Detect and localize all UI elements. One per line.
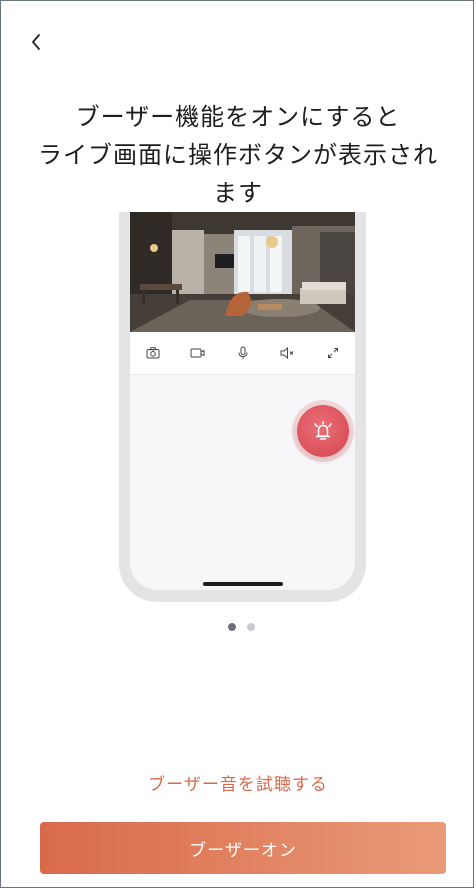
record-video-icon <box>190 348 205 358</box>
phone-mockup <box>119 212 366 602</box>
snapshot-button[interactable] <box>143 343 163 363</box>
page-title: ブーザー機能をオンにすると ライブ画面に操作ボタンが表示され ます <box>20 98 456 212</box>
camera-icon <box>146 347 159 359</box>
fullscreen-button[interactable] <box>323 343 343 363</box>
live-view-toolbar <box>130 332 355 375</box>
fullscreen-icon <box>327 348 338 358</box>
page-dot-1[interactable] <box>228 623 236 631</box>
buzzer-button[interactable] <box>297 405 349 457</box>
live-view-image <box>130 212 355 332</box>
alarm-bell-icon <box>314 420 332 440</box>
title-line-3: ます <box>213 179 263 207</box>
back-button[interactable] <box>26 28 50 56</box>
page-dot-2[interactable] <box>247 623 255 631</box>
record-button[interactable] <box>188 343 208 363</box>
talk-button[interactable] <box>233 343 253 363</box>
mute-button[interactable] <box>278 343 298 363</box>
chevron-left-icon <box>32 34 40 50</box>
phone-screen <box>130 212 355 590</box>
speaker-mute-icon <box>280 347 294 359</box>
title-line-2: ライブ画面に操作ボタンが表示され <box>38 141 438 169</box>
buzzer-on-button[interactable]: ブーザーオン <box>40 822 446 874</box>
title-line-1: ブーザー機能をオンにすると <box>75 103 401 131</box>
home-indicator <box>203 582 283 586</box>
page-indicator <box>228 623 255 631</box>
microphone-icon <box>238 346 247 359</box>
try-buzzer-sound-link[interactable]: ブーザー音を試聴する <box>0 770 476 795</box>
